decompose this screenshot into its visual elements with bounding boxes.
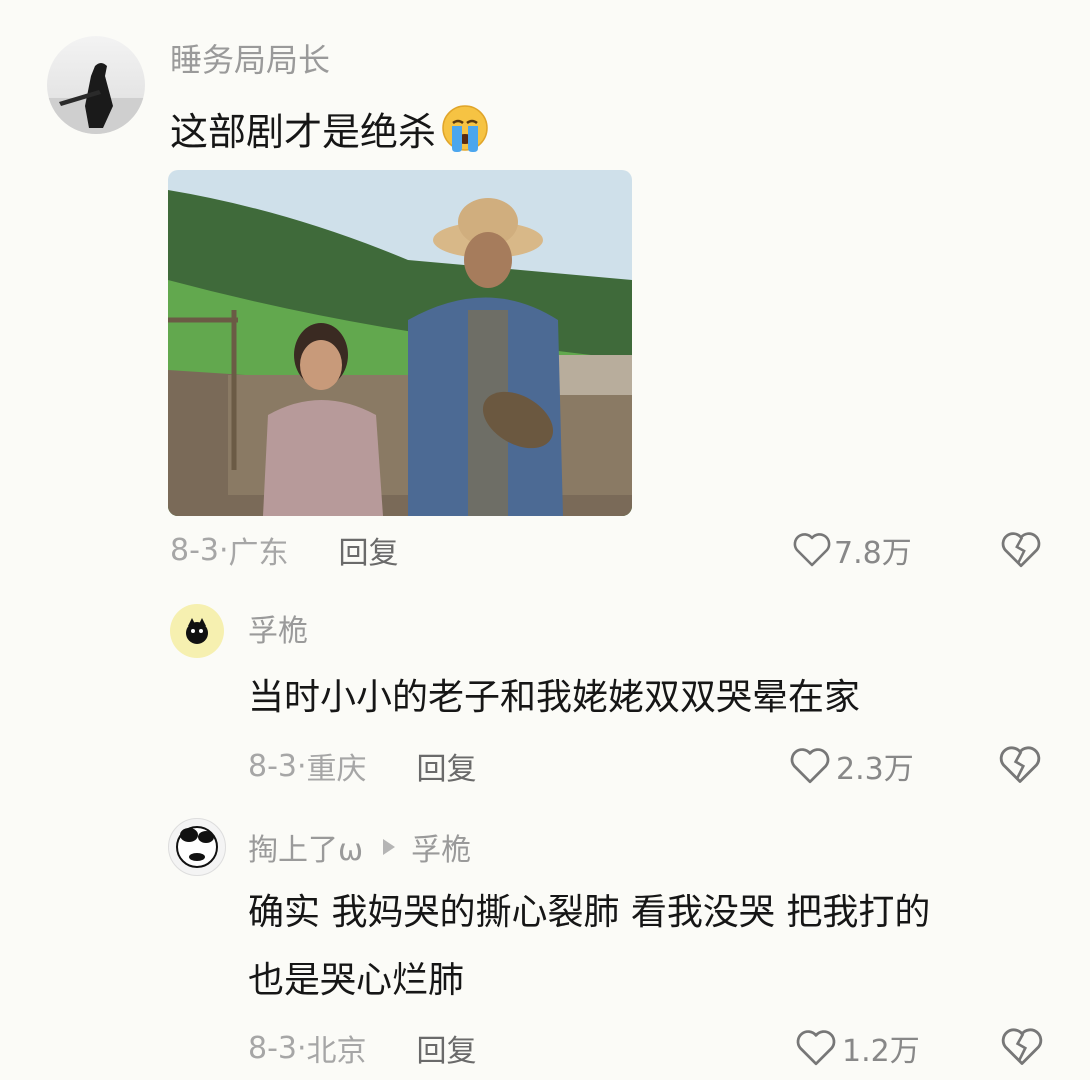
heart-icon (788, 746, 832, 786)
reply-text: 确实 我妈哭的撕心裂肺 看我没哭 把我打的 (248, 892, 931, 933)
heart-icon (792, 531, 832, 569)
reply-date: 8-3 (248, 748, 297, 784)
meta-separator: · (219, 532, 229, 568)
broken-heart-icon[interactable] (1000, 1026, 1044, 1068)
reply-header: 掏上了ω 孚桅 (248, 826, 471, 868)
reply-to-username[interactable]: 孚桅 (411, 825, 471, 869)
reply-username[interactable]: 孚桅 (248, 612, 308, 652)
reply-to-arrow-icon (381, 838, 397, 856)
comment-text: 这部剧才是绝杀 (170, 109, 437, 154)
heart-icon (794, 1028, 838, 1068)
like-count: 1.2万 (842, 1034, 920, 1069)
broken-heart-icon[interactable] (998, 744, 1042, 786)
reply-text: 当时小小的老子和我姥姥双双哭晕在家 (248, 677, 861, 718)
avatar[interactable] (170, 604, 224, 658)
reply-meta: 8-3 · 重庆 回复 (248, 744, 477, 788)
reply-location: 北京 (306, 1034, 367, 1069)
comment-location: 广东 (228, 536, 289, 571)
meta-separator: · (297, 1030, 307, 1066)
reply-location: 重庆 (306, 752, 367, 787)
like-button[interactable]: 1.2万 (794, 1026, 920, 1070)
like-button[interactable]: 7.8万 (792, 528, 912, 572)
reply-meta: 8-3 · 北京 回复 (248, 1026, 477, 1070)
reply-button[interactable]: 回复 (417, 1026, 477, 1070)
like-button[interactable]: 2.3万 (788, 744, 914, 788)
comment-meta: 8-3 · 广东 回复 (170, 528, 399, 572)
like-count: 7.8万 (834, 536, 912, 571)
reply-button[interactable]: 回复 (417, 744, 477, 788)
avatar[interactable] (168, 818, 226, 876)
reply-text: 也是哭心烂肺 (248, 960, 465, 1001)
reply-button[interactable]: 回复 (339, 528, 399, 572)
like-count: 2.3万 (836, 752, 914, 787)
meta-separator: · (297, 748, 307, 784)
comment-date: 8-3 (170, 532, 219, 568)
reply-date: 8-3 (248, 1030, 297, 1066)
loudly-crying-face-emoji (440, 103, 490, 153)
comment-username[interactable]: 睡务局局长 (170, 40, 330, 80)
comment-image[interactable] (168, 170, 632, 516)
reply-username[interactable]: 掏上了ω (248, 825, 363, 869)
broken-heart-icon[interactable] (1000, 530, 1042, 570)
comment-body: 这部剧才是绝杀 (170, 100, 490, 156)
avatar[interactable] (47, 36, 145, 134)
